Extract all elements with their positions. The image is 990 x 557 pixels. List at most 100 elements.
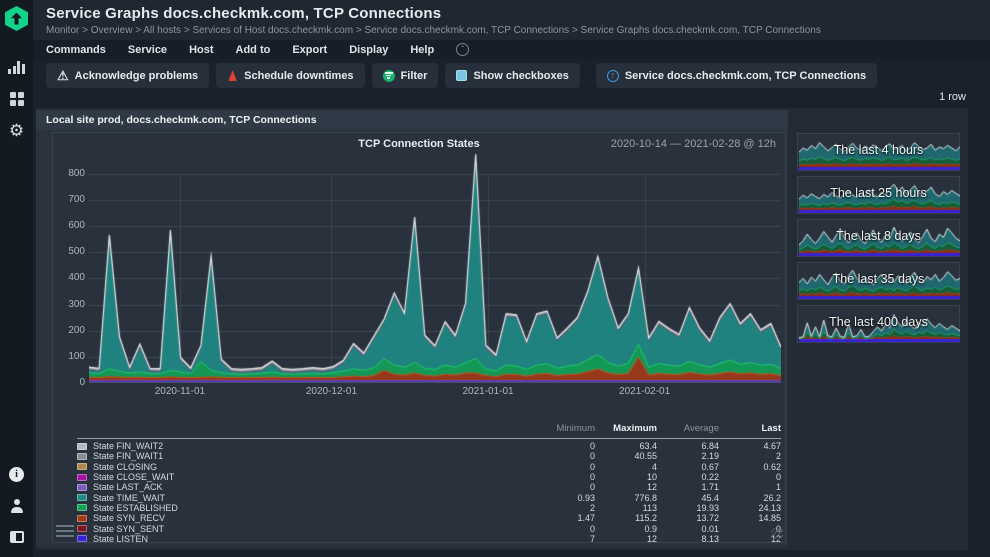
- series-label: State ESTABLISHED: [93, 502, 178, 513]
- series-color-swatch: [77, 535, 87, 543]
- legend-row-syn_sent[interactable]: State SYN_SENT00.90.010: [77, 523, 781, 534]
- series-label: State FIN_WAIT2: [93, 441, 164, 452]
- menu-item-help[interactable]: Help: [410, 44, 434, 56]
- series-color-swatch: [77, 442, 87, 450]
- filter-button[interactable]: Filter: [371, 63, 439, 88]
- series-label: State SYN_SENT: [93, 523, 165, 534]
- menu-item-commands[interactable]: Commands: [46, 44, 106, 56]
- minigraph-label: The last 400 days: [829, 315, 928, 329]
- series-max: 776.8: [634, 492, 657, 503]
- series-avg: 0.22: [701, 472, 719, 483]
- sidebar-toggle-icon[interactable]: [0, 526, 33, 548]
- series-color-swatch: [77, 463, 87, 471]
- x-tick-2020-12-01: 2020-12-01: [305, 386, 358, 397]
- minigraph-label: The last 25 hours: [830, 186, 927, 200]
- sidebar-panel-icon: [9, 531, 24, 543]
- schedule-downtimes-button[interactable]: Schedule downtimes: [216, 63, 365, 88]
- graph-panel: Local site prod, docs.checkmk.com, TCP C…: [36, 110, 788, 547]
- series-avg: 2.19: [701, 451, 719, 462]
- dashboard-area: Local site prod, docs.checkmk.com, TCP C…: [36, 108, 968, 550]
- warning-icon: ⚠: [57, 68, 69, 83]
- minigraph-label: The last 4 hours: [833, 143, 924, 157]
- checkmk-logo-icon[interactable]: [5, 6, 28, 31]
- timerange-minigraphs: The last 4 hours The last 25 hours The las…: [797, 133, 960, 348]
- info-circle-icon: i: [9, 466, 24, 482]
- legend-header-maximum[interactable]: Maximum: [595, 423, 657, 434]
- menubar: Commands Service Host Add to Export Display He…: [33, 40, 990, 59]
- minigraph-the-last-8-days[interactable]: The last 8 days: [797, 219, 960, 257]
- legend-row-fin_wait1[interactable]: State FIN_WAIT1 0 40.55 2.19 2: [77, 451, 781, 461]
- minigraph-the-last-4-hours[interactable]: The last 4 hours: [797, 133, 960, 171]
- monitor-icon[interactable]: [0, 56, 33, 78]
- menu-item-export[interactable]: Export: [292, 44, 327, 56]
- y-tick-300: 300: [68, 298, 85, 310]
- legend-row-syn_recv[interactable]: State SYN_RECV 1.47 115.2 13.72 14.85: [77, 513, 781, 523]
- series-last: 0: [775, 472, 781, 483]
- legend-row-close_wait[interactable]: State CLOSE_WAIT 0 10 0.22 0: [77, 472, 781, 482]
- x-tick-2021-01-01: 2021-01-01: [462, 386, 514, 397]
- page-title: Service Graphs docs.checkmk.com, TCP Con…: [46, 5, 442, 22]
- legend-header-last[interactable]: Last: [719, 423, 781, 434]
- menu-item-display[interactable]: Display: [349, 44, 388, 56]
- toolbar: ⚠ Acknowledge problems Schedule downtimes F…: [46, 63, 878, 88]
- minigraph-the-last-25-hours[interactable]: The last 25 hours: [797, 176, 960, 214]
- series-min: 0.93: [577, 492, 595, 503]
- user-icon[interactable]: [0, 495, 33, 517]
- y-tick-400: 400: [68, 272, 85, 284]
- series-max: 40.55: [634, 451, 657, 462]
- legend-row-closing[interactable]: State CLOSING 0 4 0.67 0.62: [77, 462, 781, 472]
- legend-header-average[interactable]: Average: [657, 423, 719, 434]
- series-color-swatch: [77, 473, 87, 481]
- graph-drag-handle[interactable]: [56, 525, 74, 540]
- series-color-swatch: [77, 514, 87, 522]
- button-label: Schedule downtimes: [244, 69, 354, 82]
- minigraph-the-last-400-days[interactable]: The last 400 days: [797, 305, 960, 343]
- y-tick-600: 600: [68, 220, 85, 232]
- button-label: Show checkboxes: [473, 69, 569, 82]
- downtime-cone-icon: [228, 70, 237, 81]
- legend-row-time_wait[interactable]: State TIME_WAIT 0.93 776.8 45.4 26.2: [77, 492, 781, 503]
- setup-icon[interactable]: ⚙: [0, 119, 33, 141]
- help-icon[interactable]: i: [0, 463, 33, 485]
- series-max: 10: [646, 472, 657, 483]
- button-label: Service docs.checkmk.com, TCP Connection…: [624, 69, 867, 82]
- minigraph-label: The last 35 days: [832, 272, 925, 286]
- service-docs-checkmk-com-tcp-connections-button[interactable]: ↑ Service docs.checkmk.com, TCP Connectio…: [595, 63, 878, 88]
- series-min: 0: [589, 482, 595, 493]
- series-min: 0: [589, 472, 595, 483]
- menu-item-host[interactable]: Host: [189, 44, 213, 56]
- y-tick-100: 100: [68, 350, 85, 362]
- menu-collapse-button[interactable]: ˆ: [456, 43, 470, 56]
- series-last: 1: [775, 482, 781, 493]
- series-label: State CLOSING: [93, 461, 158, 472]
- legend-row-established[interactable]: State ESTABLISHED 2 113 19.93 24.13: [77, 503, 781, 513]
- page-header: Service Graphs docs.checkmk.com, TCP Con…: [33, 0, 990, 40]
- menu-item-service[interactable]: Service: [128, 44, 167, 56]
- series-avg: 6.84: [701, 441, 719, 452]
- series-last: 2: [775, 451, 781, 462]
- show-checkboxes-button[interactable]: Show checkboxes: [445, 63, 580, 88]
- legend-row-listen[interactable]: State LISTEN7128.1312: [77, 534, 781, 544]
- tcp-connections-chart[interactable]: [89, 153, 781, 383]
- graph-resize-handle[interactable]: [771, 528, 783, 540]
- checkbox-icon: [456, 70, 468, 81]
- series-min: 2: [589, 502, 595, 513]
- series-avg: 8.13: [701, 533, 719, 544]
- legend-row-last_ack[interactable]: State LAST_ACK 0 12 1.71 1: [77, 482, 781, 492]
- series-min: 0: [589, 441, 595, 452]
- legend-row-fin_wait2[interactable]: State FIN_WAIT2 0 63.4 6.84 4.67: [77, 441, 781, 451]
- series-last: 26.2: [763, 492, 781, 503]
- series-last: 0.62: [763, 461, 781, 472]
- customize-icon[interactable]: [0, 88, 33, 110]
- breadcrumb[interactable]: Monitor > Overview > All hosts > Service…: [46, 25, 990, 36]
- series-color-swatch: [77, 494, 87, 502]
- series-min: 0: [589, 451, 595, 462]
- series-color-swatch: [77, 452, 87, 460]
- acknowledge-problems-button[interactable]: ⚠ Acknowledge problems: [46, 63, 210, 88]
- menu-item-add-to[interactable]: Add to: [236, 44, 271, 56]
- minigraph-the-last-35-days[interactable]: The last 35 days: [797, 262, 960, 300]
- series-avg: 13.72: [696, 513, 719, 524]
- legend-header-minimum[interactable]: Minimum: [533, 423, 595, 434]
- logo-arrow-icon: [11, 12, 22, 25]
- series-label: State LISTEN: [93, 533, 149, 544]
